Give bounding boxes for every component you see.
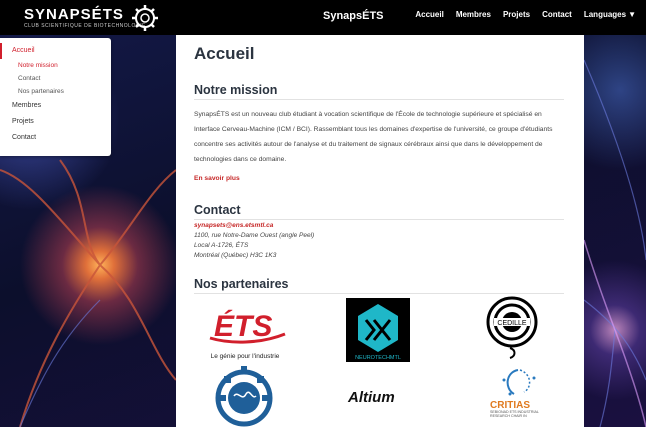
learn-more-link[interactable]: En savoir plus — [194, 175, 240, 182]
ets-logo-text: ÉTS — [214, 309, 272, 343]
nav-link-membres[interactable]: Membres — [456, 10, 491, 19]
altium-logo-text: Altium — [347, 389, 395, 406]
page-title: Accueil — [194, 44, 255, 63]
contact-address-line-3: Montréal (Québec) H3C 1K3 — [194, 252, 277, 259]
nav-links: Accueil Membres Projets Contact Language… — [415, 10, 636, 19]
sidenav-sub-notre-mission[interactable]: Notre mission — [0, 59, 111, 72]
partner-logo-cedille[interactable]: CEDILLE — [484, 296, 540, 362]
sidenav-item-accueil[interactable]: Accueil — [0, 43, 111, 59]
nav-link-projets[interactable]: Projets — [503, 10, 530, 19]
contact-address-line-1: 1100, rue Notre-Dame Ouest (angle Peel) — [194, 232, 315, 239]
top-navbar: SYNAPSÉTS CLUB SCIENTIFIQUE DE BIOTECHNO… — [0, 0, 646, 35]
mission-text: SynapsÉTS est un nouveau club étudiant à… — [194, 111, 553, 163]
nav-link-contact[interactable]: Contact — [542, 10, 572, 19]
partners-heading: Nos partenaires — [194, 277, 564, 294]
contact-address-line-2: Local A-1726, ÉTS — [194, 242, 249, 249]
gear-brain-logo-icon — [215, 366, 273, 427]
mission-heading: Notre mission — [194, 83, 564, 100]
sidenav-sub-nos-partenaires[interactable]: Nos partenaires — [0, 85, 111, 98]
cedille-logo-icon: CEDILLE — [486, 296, 538, 359]
partner-logo-neurotech[interactable]: NEUROTECHMTL — [346, 298, 410, 362]
gear-brain-icon — [132, 5, 158, 31]
ets-logo-icon: ÉTS — [209, 309, 286, 344]
altium-logo-icon: Altium — [347, 389, 395, 406]
nav-languages-dropdown[interactable]: Languages ▼ — [584, 10, 636, 19]
caret-down-icon: ▼ — [628, 10, 636, 19]
critias-logo-icon: CRITIAS SEBIONAD ETS INDUSTRIAL RESEARCH… — [490, 369, 539, 419]
critias-logo-subtext: SEBIONAD ETS INDUSTRIAL RESEARCH CHAIR I… — [490, 410, 539, 419]
nav-link-accueil[interactable]: Accueil — [415, 10, 443, 19]
partner-logo-ets[interactable]: ÉTS Le génie pour l'industrie — [200, 304, 290, 360]
partner-logo-altium[interactable]: Altium — [346, 386, 416, 408]
nav-link-languages: Languages — [583, 10, 627, 19]
neurotech-logo-icon: NEUROTECHMTL — [355, 304, 401, 361]
ets-tagline: Le génie pour l'industrie — [210, 353, 280, 360]
contact-address-block: synapsets@ens.etsmtl.ca 1100, rue Notre-… — [194, 221, 564, 261]
side-navigation: Accueil Notre mission Contact Nos parten… — [0, 38, 111, 156]
sidenav-item-projets[interactable]: Projets — [0, 114, 111, 130]
main-content: Accueil Notre mission SynapsÉTS est un n… — [176, 35, 584, 427]
contact-email-link[interactable]: synapsets@ens.etsmtl.ca — [194, 221, 564, 231]
partner-logo-critias[interactable]: CRITIAS SEBIONAD ETS INDUSTRIAL RESEARCH… — [484, 366, 554, 427]
sidenav-sub-contact[interactable]: Contact — [0, 72, 111, 85]
sidenav-item-contact[interactable]: Contact — [0, 130, 111, 146]
contact-heading: Contact — [194, 203, 564, 220]
cedille-logo-text: CEDILLE — [497, 320, 527, 327]
nav-site-title[interactable]: SynapsÉTS — [323, 10, 384, 22]
partners-grid: ÉTS Le génie pour l'industrie NEUROTECHM… — [194, 294, 564, 427]
neurotech-logo-text: NEUROTECHMTL — [355, 355, 401, 361]
partner-logo-gear-brain[interactable] — [212, 364, 276, 427]
sidenav-item-membres[interactable]: Membres — [0, 98, 111, 114]
